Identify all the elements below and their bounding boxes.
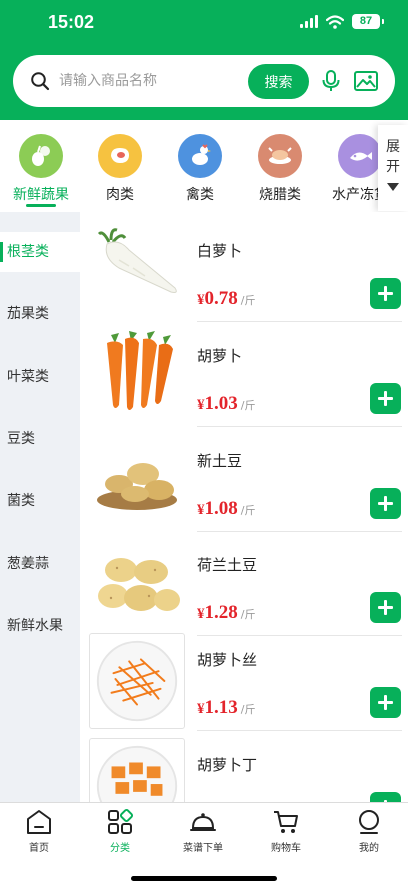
roast-icon xyxy=(258,134,302,178)
status-time: 15:02 xyxy=(48,12,95,32)
tab-label: 分类 xyxy=(110,843,130,854)
sidebar-item-beans[interactable]: 豆类 xyxy=(0,419,80,459)
bottom-tab-bar: 首页 分类 菜谱下单 购物车 我的 xyxy=(0,802,408,883)
meat-icon xyxy=(98,134,142,178)
sidebar-item-nightshade[interactable]: 茄果类 xyxy=(0,294,80,334)
caret-down-icon xyxy=(387,183,399,191)
category-label: 烧腊类 xyxy=(259,187,301,203)
signal-icon xyxy=(300,15,318,28)
divider xyxy=(197,531,402,532)
add-to-cart-button[interactable] xyxy=(370,488,401,519)
sidebar-item-leafy[interactable]: 叶菜类 xyxy=(0,357,80,397)
tab-profile[interactable]: 我的 xyxy=(329,808,408,854)
product-list: 白萝卜 ¥0.78/斤 胡萝卜 ¥1.03/斤 新土豆 ¥1.08 /斤 荷兰土… xyxy=(80,212,408,802)
add-to-cart-button[interactable] xyxy=(370,792,401,802)
category-icon xyxy=(108,808,134,834)
product-price: ¥1.13/斤 xyxy=(197,697,256,718)
header: 15:02 87 搜索 xyxy=(0,0,408,120)
home-indicator xyxy=(131,876,277,881)
sidebar-item-aromatics[interactable]: 葱姜蒜 xyxy=(0,544,80,584)
product-price: ¥1.03/斤 xyxy=(197,393,256,414)
add-to-cart-button[interactable] xyxy=(370,278,401,309)
product-price: ¥1.08/斤 xyxy=(197,498,256,519)
product-item[interactable]: 胡萝卜 ¥1.03/斤 xyxy=(80,329,408,433)
search-input[interactable] xyxy=(59,69,249,93)
sidebar-item-root[interactable]: 根茎类 xyxy=(0,232,80,272)
tab-recipe-order[interactable]: 菜谱下单 xyxy=(163,808,243,854)
category-strip: 新鲜蔬果 肉类 禽类 烧腊类 水产冻货 xyxy=(0,120,408,212)
product-name: 胡萝卜丁 xyxy=(197,756,258,774)
category-item-poultry[interactable]: 禽类 xyxy=(160,134,240,204)
tab-home[interactable]: 首页 xyxy=(0,808,79,854)
carrot-image xyxy=(89,329,185,425)
product-name: 白萝卜 xyxy=(197,242,243,260)
microphone-icon[interactable] xyxy=(319,69,343,93)
white-radish-image xyxy=(89,224,185,320)
search-button[interactable]: 搜索 xyxy=(248,64,309,99)
tab-label: 首页 xyxy=(29,843,49,854)
category-active-indicator xyxy=(26,204,56,207)
cart-icon xyxy=(274,811,298,833)
expand-categories-button[interactable]: 展 开 xyxy=(378,125,408,211)
product-item[interactable]: 胡萝卜丝 ¥1.13/斤 xyxy=(80,633,408,737)
sidebar-item-fruits[interactable]: 新鲜水果 xyxy=(0,606,80,646)
product-name: 荷兰土豆 xyxy=(197,556,258,574)
category-label: 禽类 xyxy=(186,187,214,203)
image-search-icon[interactable] xyxy=(353,70,379,92)
home-icon xyxy=(27,810,51,834)
product-item[interactable]: 白萝卜 ¥0.78/斤 xyxy=(80,224,408,328)
vegetable-icon xyxy=(19,134,63,178)
divider xyxy=(197,321,402,322)
tab-label: 购物车 xyxy=(271,843,301,854)
category-item-vegetables[interactable]: 新鲜蔬果 xyxy=(1,134,81,204)
tab-label: 我的 xyxy=(359,843,379,854)
diced-carrot-image xyxy=(89,738,185,802)
subcategory-sidebar: 根茎类 茄果类 叶菜类 豆类 菌类 葱姜蒜 新鲜水果 xyxy=(0,212,80,802)
recipe-order-icon xyxy=(190,813,216,831)
tab-category[interactable]: 分类 xyxy=(80,808,160,854)
status-icons: 87 xyxy=(300,14,384,29)
chicken-icon xyxy=(178,134,222,178)
tab-label: 菜谱下单 xyxy=(183,843,223,854)
product-name: 新土豆 xyxy=(197,452,243,470)
category-label: 肉类 xyxy=(106,187,134,203)
add-to-cart-button[interactable] xyxy=(370,592,401,623)
profile-icon xyxy=(359,810,379,834)
add-to-cart-button[interactable] xyxy=(370,383,401,414)
category-item-roast[interactable]: 烧腊类 xyxy=(240,134,320,204)
product-price: ¥0.78/斤 xyxy=(197,288,256,309)
product-name: 胡萝卜 xyxy=(197,347,243,365)
divider xyxy=(197,730,402,731)
expand-label: 开 xyxy=(386,159,400,175)
new-potato-image xyxy=(89,434,185,530)
category-item-meat[interactable]: 肉类 xyxy=(80,134,160,204)
tab-cart[interactable]: 购物车 xyxy=(246,808,326,854)
category-label: 新鲜蔬果 xyxy=(13,187,69,203)
seafood-icon xyxy=(338,134,382,178)
product-name: 胡萝卜丝 xyxy=(197,651,258,669)
search-icon xyxy=(31,72,50,91)
product-item[interactable]: 荷兰土豆 ¥1.28/斤 xyxy=(80,538,408,642)
product-price: ¥1.28/斤 xyxy=(197,602,256,623)
battery-icon: 87 xyxy=(352,14,384,29)
search-bar: 搜索 xyxy=(13,55,395,107)
status-bar: 15:02 87 xyxy=(0,0,408,46)
sidebar-item-mushrooms[interactable]: 菌类 xyxy=(0,481,80,521)
shredded-carrot-image xyxy=(89,633,185,729)
dutch-potato-image xyxy=(89,538,185,634)
product-item[interactable]: 胡萝卜丁 xyxy=(80,738,408,802)
wifi-icon xyxy=(326,14,344,29)
expand-label: 展 xyxy=(386,139,400,155)
divider xyxy=(197,426,402,427)
product-item[interactable]: 新土豆 ¥1.08/斤 xyxy=(80,434,408,538)
add-to-cart-button[interactable] xyxy=(370,687,401,718)
